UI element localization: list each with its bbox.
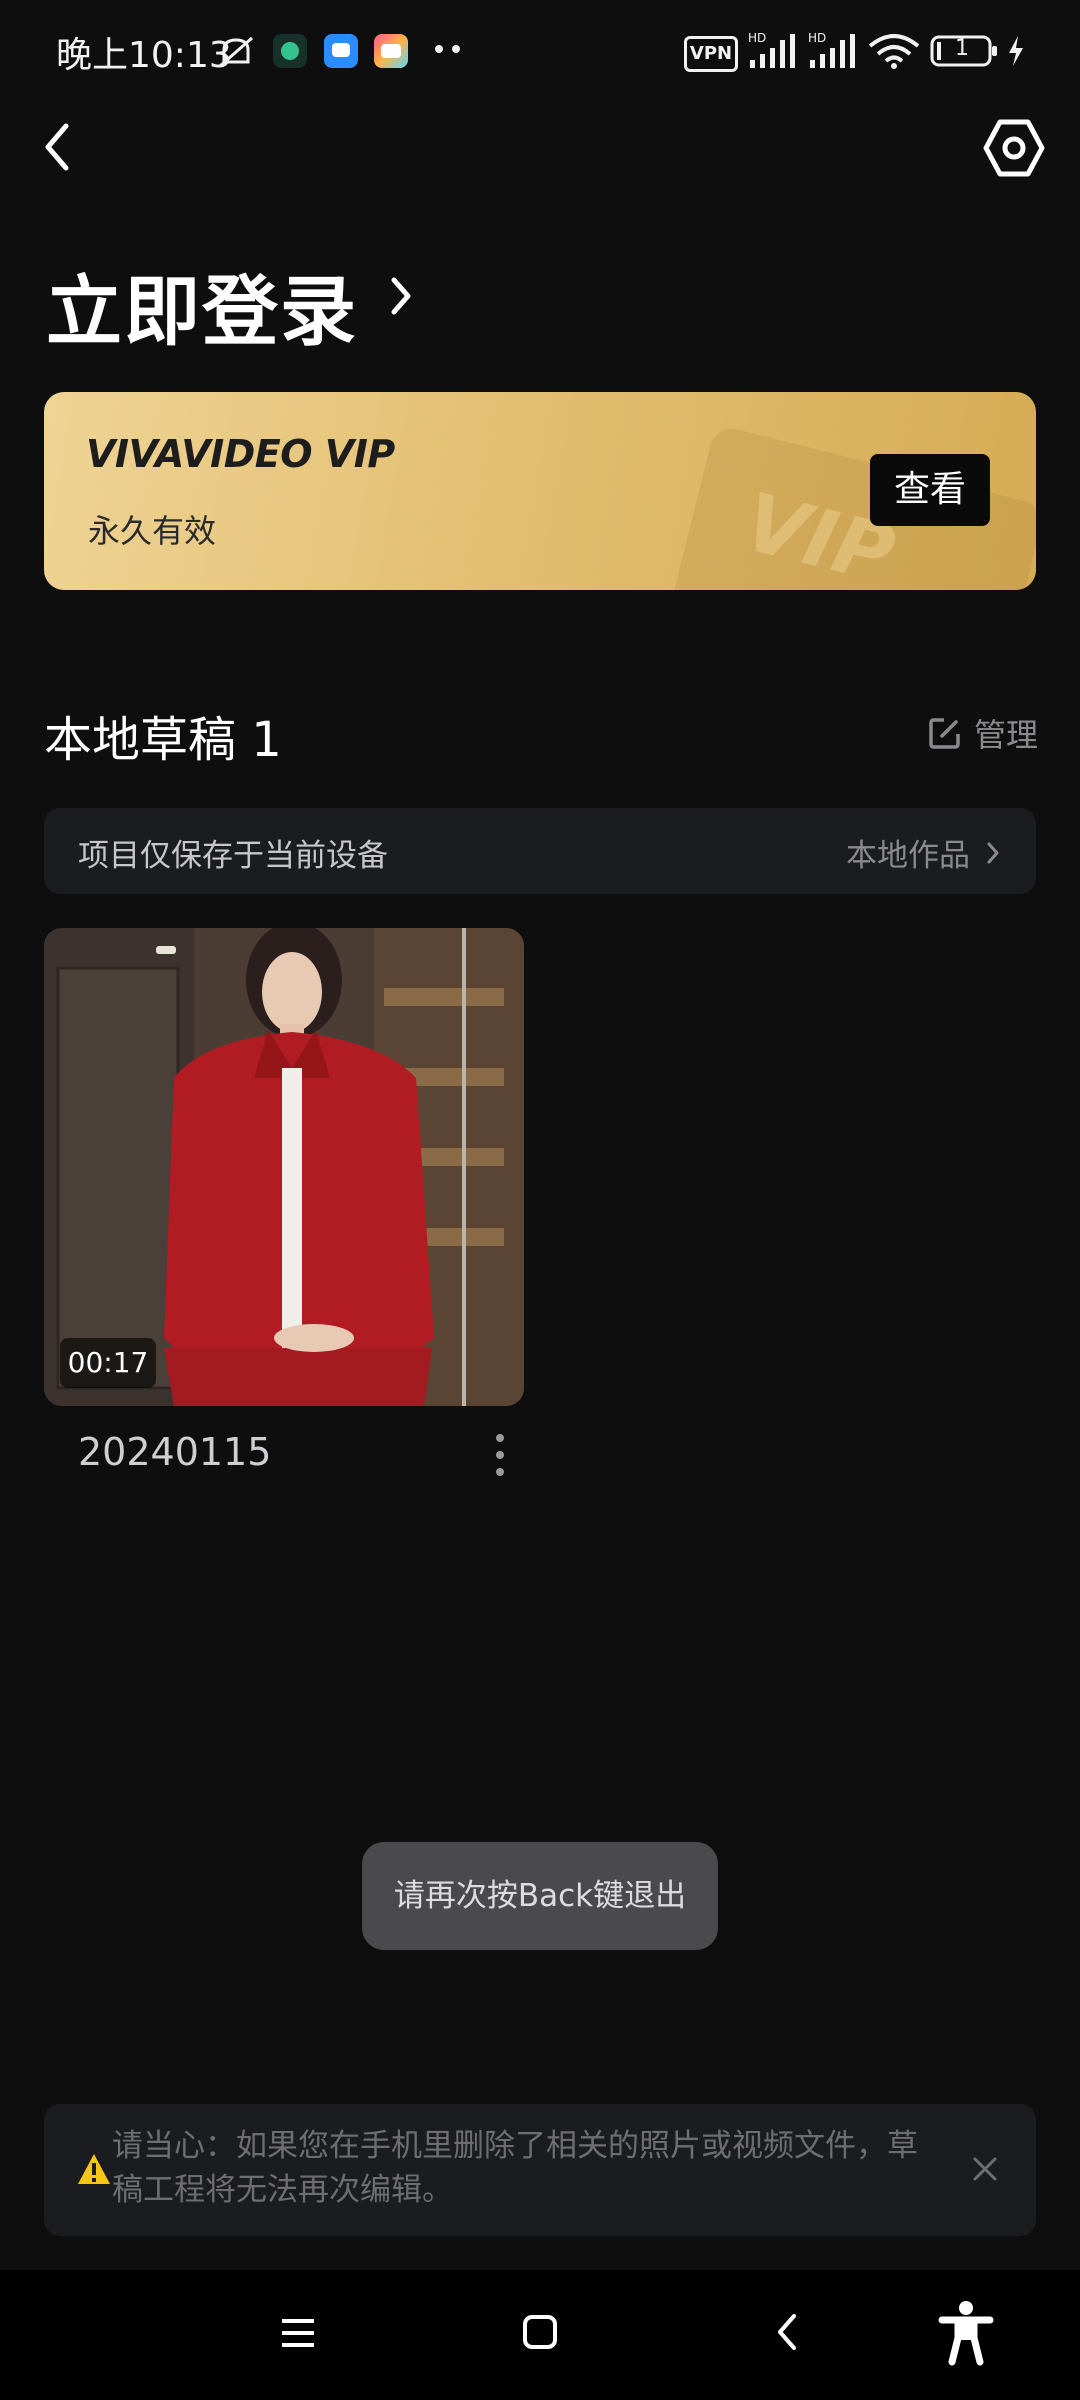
chevron-left-icon (45, 123, 69, 171)
duration-badge: 00:17 (60, 1338, 156, 1388)
vip-brand: VIVAVIDEO VIP (86, 432, 395, 476)
mute-notification-icon (219, 36, 253, 68)
warning-bar: 请当心：如果您在手机里删除了相关的照片或视频文件，草稿工程将无法再次编辑。 (44, 2104, 1036, 2236)
accessibility-icon[interactable] (938, 2300, 994, 2366)
drafts-title: 本地草稿 1 (44, 712, 282, 768)
draft-thumbnail[interactable]: 00:17 (44, 928, 524, 1406)
back-button[interactable] (36, 112, 80, 182)
warning-close-button[interactable] (970, 2154, 1000, 2184)
bilibili-app-icon (374, 34, 408, 68)
manage-button[interactable]: 管理 (928, 710, 1038, 756)
menu-icon[interactable] (280, 2316, 316, 2350)
back-icon[interactable] (772, 2310, 802, 2354)
login-title[interactable]: 立即登录 (46, 250, 358, 360)
more-dots-icon (435, 45, 460, 53)
status-time: 晚上10:13 (56, 35, 232, 76)
chevron-right-icon (987, 842, 999, 863)
warning-text: 请当心：如果您在手机里删除了相关的照片或视频文件，草稿工程将无法再次编辑。 (112, 2128, 918, 2208)
local-works-link[interactable]: 本地作品 (846, 830, 1002, 875)
vip-card[interactable]: VIP VIVAVIDEO VIP 永久有效 查看 (44, 392, 1036, 590)
login-chevron[interactable] (382, 268, 422, 324)
draft-more-button[interactable] (490, 1430, 510, 1480)
svg-text:HD: HD (808, 31, 826, 45)
close-icon (973, 2157, 997, 2181)
system-nav-bar (0, 2270, 1080, 2400)
message-app-icon (324, 34, 358, 68)
vip-view-button[interactable]: 查看 (870, 454, 990, 526)
vip-validity: 永久有效 (88, 512, 217, 550)
signal-icon: HD (748, 31, 795, 68)
local-works-label: 本地作品 (846, 838, 970, 874)
warning-icon (78, 2154, 110, 2184)
home-icon[interactable] (522, 2314, 558, 2350)
draft-name: 20240115 (78, 1430, 272, 1474)
chevron-right-icon (391, 277, 411, 315)
manage-label: 管理 (974, 716, 1039, 754)
charging-icon (1009, 36, 1023, 66)
app-notification-icon (273, 34, 307, 68)
vpn-badge: VPN (684, 36, 738, 72)
signal-icon: HD (808, 31, 855, 68)
storage-info-bar: 项目仅保存于当前设备 本地作品 (44, 808, 1036, 894)
storage-info-text: 项目仅保存于当前设备 (78, 838, 388, 874)
svg-text:HD: HD (748, 31, 766, 45)
edit-icon (929, 718, 960, 749)
settings-button[interactable] (982, 116, 1046, 180)
toast-message: 请再次按Back键退出 (362, 1842, 718, 1950)
battery-level: 1 (955, 36, 969, 61)
draft-thumbnail-image (44, 928, 524, 1406)
more-vertical-icon (496, 1434, 504, 1476)
gear-icon (983, 119, 1045, 177)
status-bar: 晚上10:13 VPN HD HD 1 (0, 0, 1080, 100)
wifi-icon (868, 34, 920, 69)
